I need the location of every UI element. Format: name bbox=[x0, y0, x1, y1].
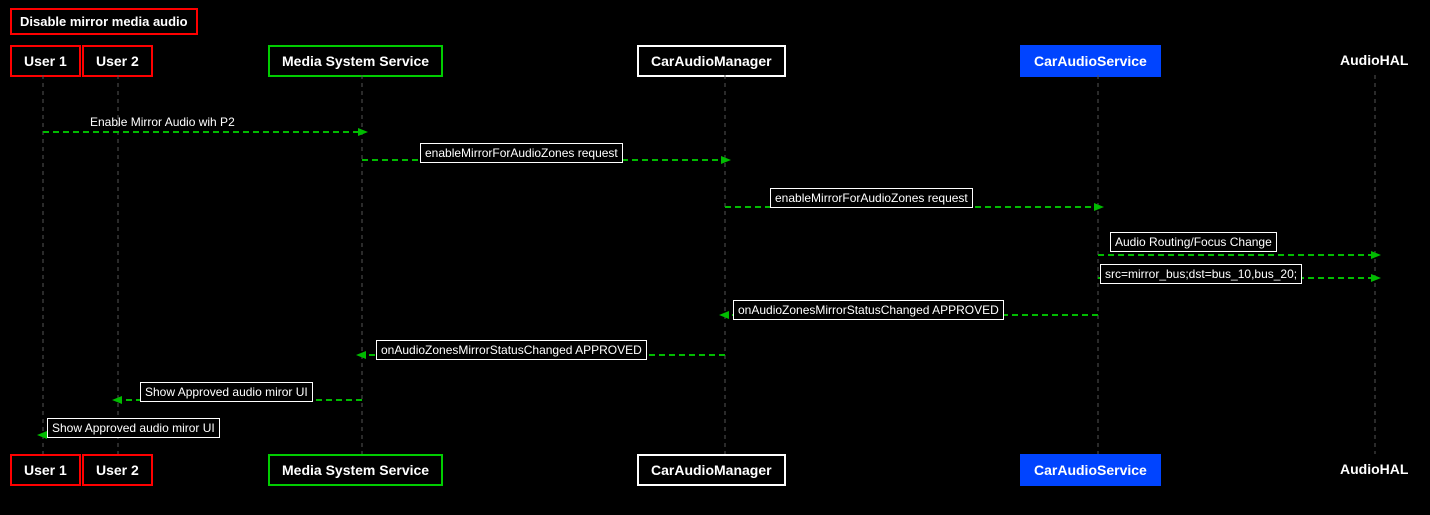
msg6-label: onAudioZonesMirrorStatusChanged APPROVED bbox=[376, 340, 647, 360]
actor-cas-top: CarAudioService bbox=[1020, 45, 1161, 77]
msg2-label: enableMirrorForAudioZones request bbox=[420, 143, 623, 163]
msg4b-label: src=mirror_bus;dst=bus_10,bus_20; bbox=[1100, 264, 1302, 284]
msg3-label: enableMirrorForAudioZones request bbox=[770, 188, 973, 208]
actor-cas-bottom: CarAudioService bbox=[1020, 454, 1161, 486]
diagram-container: Disable mirror media audio User 1 User 2… bbox=[0, 0, 1430, 515]
msg5-label: onAudioZonesMirrorStatusChanged APPROVED bbox=[733, 300, 1004, 320]
actor-user1-bottom: User 1 bbox=[10, 454, 81, 486]
title-box-top: Disable mirror media audio bbox=[10, 8, 198, 35]
actor-user2-bottom: User 2 bbox=[82, 454, 153, 486]
actor-hal-top: AudioHAL bbox=[1340, 52, 1408, 68]
actor-mss-bottom: Media System Service bbox=[268, 454, 443, 486]
actor-user2-top: User 2 bbox=[82, 45, 153, 77]
actor-cam-top: CarAudioManager bbox=[637, 45, 786, 77]
msg8-label: Show Approved audio miror UI bbox=[47, 418, 220, 438]
title-text: Disable mirror media audio bbox=[20, 14, 188, 29]
actor-hal-bottom: AudioHAL bbox=[1340, 461, 1408, 477]
actor-user1-top: User 1 bbox=[10, 45, 81, 77]
actor-cam-bottom: CarAudioManager bbox=[637, 454, 786, 486]
actor-mss-top: Media System Service bbox=[268, 45, 443, 77]
msg1-label: Enable Mirror Audio wih P2 bbox=[90, 115, 235, 129]
msg7-label: Show Approved audio miror UI bbox=[140, 382, 313, 402]
msg4-label: Audio Routing/Focus Change bbox=[1110, 232, 1277, 252]
